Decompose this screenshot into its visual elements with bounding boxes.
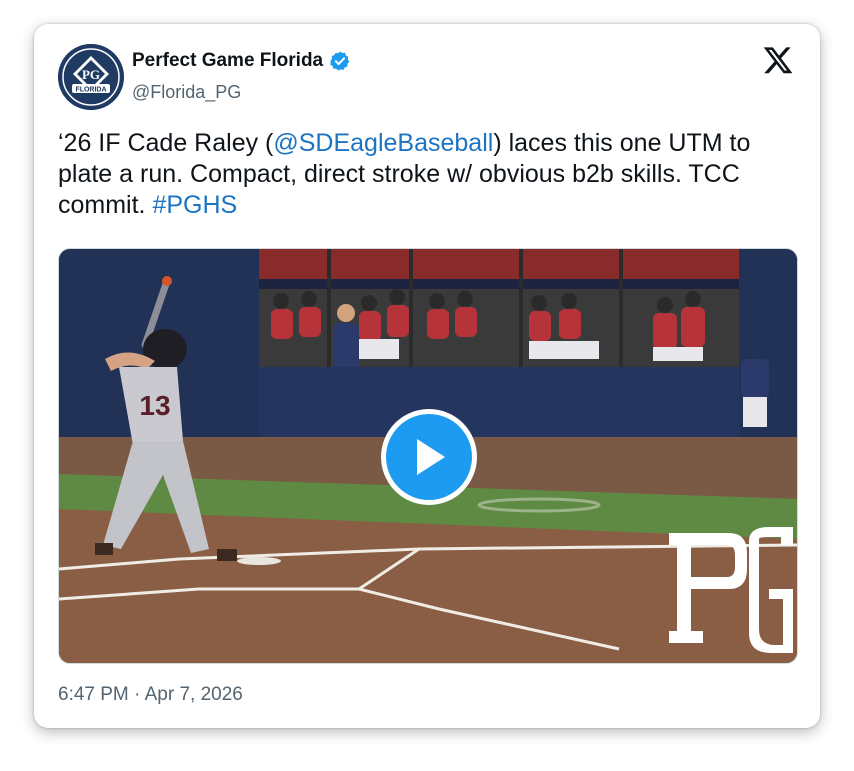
author-name-row: Perfect Game Florida xyxy=(132,50,351,72)
tweet-timestamp[interactable]: 6:47 PM · Apr 7, 2026 xyxy=(58,684,243,706)
tweet-card[interactable]: PG FLORIDA Perfect Game Florida @Florida… xyxy=(34,24,820,728)
avatar-monogram: PG xyxy=(82,67,100,82)
tweet-text-part1: ‘26 IF Cade Raley ( xyxy=(58,129,274,157)
avatar[interactable]: PG FLORIDA xyxy=(58,44,124,110)
mention-link[interactable]: @SDEagleBaseball xyxy=(273,129,493,157)
tweet-text: ‘26 IF Cade Raley (@SDEagleBaseball) lac… xyxy=(58,128,798,221)
jersey-number: 13 xyxy=(139,390,170,421)
play-button[interactable] xyxy=(381,409,477,505)
account-handle[interactable]: @Florida_PG xyxy=(132,82,241,103)
x-logo-icon[interactable] xyxy=(762,44,794,76)
display-name[interactable]: Perfect Game Florida xyxy=(132,50,323,72)
verified-badge-icon xyxy=(330,51,350,71)
florida-pg-logo: PG FLORIDA xyxy=(58,44,124,110)
play-icon xyxy=(417,439,445,475)
hashtag-link[interactable]: #PGHS xyxy=(152,191,237,219)
avatar-label: FLORIDA xyxy=(75,87,106,94)
video-player[interactable]: 13 xyxy=(58,248,798,664)
